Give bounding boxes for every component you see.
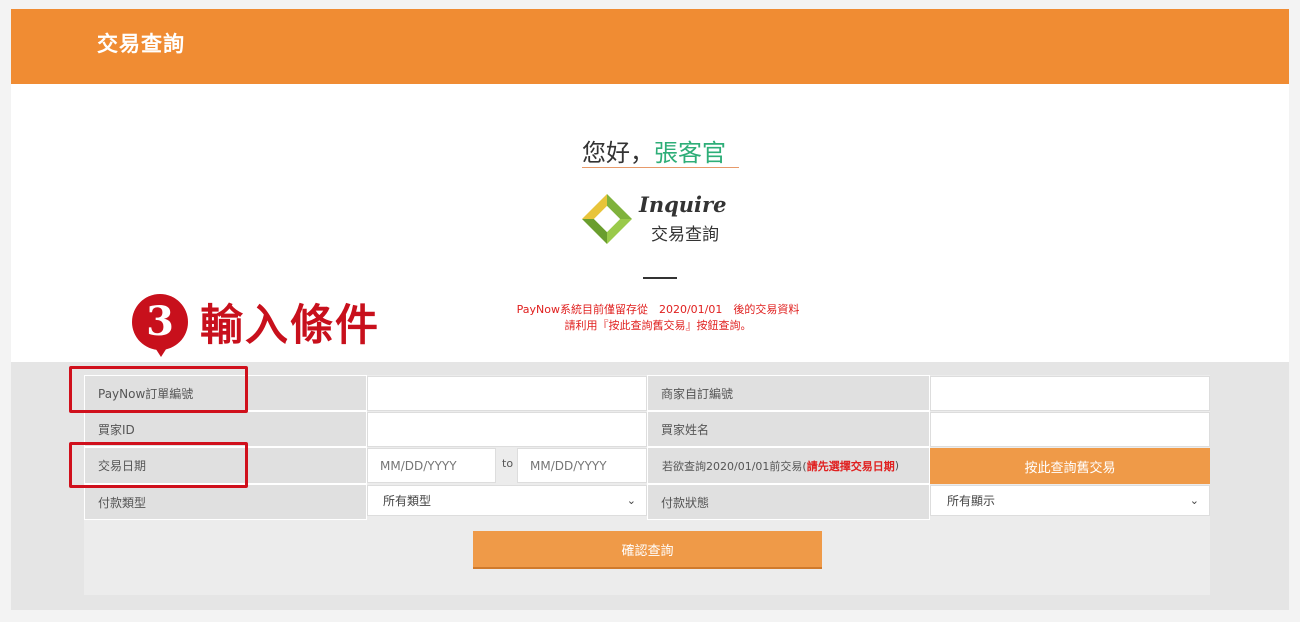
buyer-id-input[interactable] xyxy=(367,412,647,447)
date-range-separator: to xyxy=(502,457,514,470)
merchant-no-label: 商家自訂編號 xyxy=(647,375,930,411)
old-query-button[interactable]: 按此查詢舊交易 xyxy=(930,448,1210,484)
page-title: 交易查詢 xyxy=(97,32,185,56)
logo-chinese: 交易查詢 xyxy=(651,225,719,245)
retention-notice: PayNow系統目前僅留存從 2020/01/01 後的交易資料 請利用『按此查… xyxy=(473,302,843,334)
notice-line-1: PayNow系統目前僅留存從 2020/01/01 後的交易資料 xyxy=(516,303,800,316)
notice-line-2: 請利用『按此查詢舊交易』按鈕查詢。 xyxy=(564,319,752,332)
pay-status-label: 付款狀態 xyxy=(647,484,930,520)
inquire-logo-icon xyxy=(582,194,632,244)
logo-english: Inquire xyxy=(639,192,727,217)
buyer-name-input[interactable] xyxy=(930,412,1210,447)
pay-type-label: 付款類型 xyxy=(84,484,367,520)
chevron-down-icon: ⌄ xyxy=(626,494,636,507)
date-to-input[interactable] xyxy=(517,448,647,483)
paynow-order-input[interactable] xyxy=(367,376,647,411)
buyer-name-label: 買家姓名 xyxy=(647,411,930,447)
chevron-down-icon: ⌄ xyxy=(1189,494,1199,507)
pay-type-select[interactable]: 所有類型 ⌄ xyxy=(367,485,647,516)
old-query-hint-suffix: ) xyxy=(894,459,899,472)
page-header: 交易查詢 xyxy=(11,9,1289,84)
old-query-hint-prefix: 若欲查詢2020/01/01前交易( xyxy=(662,459,807,473)
date-from-input[interactable] xyxy=(367,448,496,483)
pay-status-select[interactable]: 所有顯示 ⌄ xyxy=(930,485,1210,516)
old-query-hint-red: 請先選擇交易日期 xyxy=(806,459,895,473)
greeting-prefix: 您好， xyxy=(582,139,654,167)
user-name: 張客官 xyxy=(654,139,726,167)
highlight-order-number xyxy=(69,366,248,413)
pay-type-selected: 所有類型 xyxy=(383,494,432,508)
step-annotation-text: 輸入條件 xyxy=(200,301,380,351)
highlight-transaction-date xyxy=(69,442,248,488)
merchant-no-input[interactable] xyxy=(930,376,1210,411)
greeting: 您好，張客官 xyxy=(582,133,739,168)
old-query-hint: 若欲查詢2020/01/01前交易(請先選擇交易日期) xyxy=(647,447,930,484)
step-number-badge: 3 xyxy=(132,294,188,350)
submit-query-button[interactable]: 確認查詢 xyxy=(473,531,822,569)
search-form: PayNow訂單編號 商家自訂編號 買家ID 買家姓名 交易日期 to 若欲查詢… xyxy=(84,375,1210,595)
divider xyxy=(643,277,677,279)
pay-status-selected: 所有顯示 xyxy=(947,494,996,508)
page-frame: 交易查詢 您好，張客官 Inquire 交易查詢 PayNow系統目前僅留存從 … xyxy=(11,9,1289,610)
inquire-logo: Inquire 交易查詢 xyxy=(580,192,750,254)
